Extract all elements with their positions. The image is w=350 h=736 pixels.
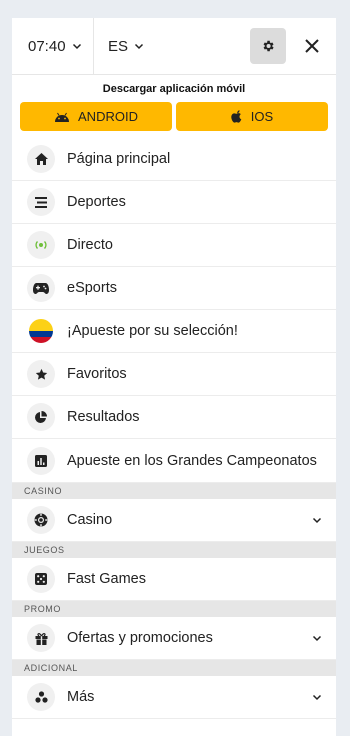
android-label: ANDROID [78,109,138,124]
menu-item-home[interactable]: Página principal [12,138,336,181]
mobile-menu-panel: 07:40 ES Descargar aplicación móvil ANDR… [12,18,336,736]
menu-item-casino[interactable]: Casino [12,499,336,542]
menu-item-label: Fast Games [67,571,146,587]
menu-item-label: ¡Apueste por su selección! [67,323,238,339]
android-download-button[interactable]: ANDROID [20,102,172,131]
store-buttons: ANDROID IOS [12,102,336,131]
time-label: 07:40 [28,37,66,55]
android-icon [55,112,70,122]
ios-download-button[interactable]: IOS [176,102,328,131]
menu-item-favorites[interactable]: Favoritos [12,353,336,396]
menu-item-label: Favoritos [67,366,127,382]
chevron-down-icon [72,43,81,50]
top-bar: 07:40 ES [12,18,336,75]
main-menu: Página principal Deportes Directo eSport… [12,138,336,719]
menu-item-live[interactable]: Directo [12,224,336,267]
menu-item-label: Página principal [67,151,171,167]
dice-icon [27,565,55,593]
menu-item-sports[interactable]: Deportes [12,181,336,224]
chevron-down-icon [312,694,322,701]
menu-item-more[interactable]: Más [12,676,336,719]
ios-label: IOS [250,109,274,124]
menu-item-championships[interactable]: Apueste en los Grandes Campeonatos [12,439,336,483]
menu-item-label: Ofertas y promociones [67,630,213,646]
menu-item-label: eSports [67,280,117,296]
section-header-promo: PROMO [12,601,336,617]
section-header-adicional: ADICIONAL [12,660,336,676]
home-icon [27,145,55,173]
star-icon [27,360,55,388]
menu-item-fast-games[interactable]: Fast Games [12,558,336,601]
menu-item-results[interactable]: Resultados [12,396,336,439]
chevron-down-icon [134,43,144,50]
time-selector[interactable]: 07:40 [12,18,94,75]
live-icon [27,231,55,259]
menu-item-label: Resultados [67,409,140,425]
settings-button[interactable] [250,28,286,64]
gamepad-icon [27,274,55,302]
results-pie-icon [27,403,55,431]
casino-chip-icon [27,506,55,534]
language-selector[interactable]: ES [94,38,144,55]
menu-item-label: Deportes [67,194,126,210]
menu-item-label: Casino [67,512,113,528]
section-header-juegos: JUEGOS [12,542,336,558]
gear-icon [263,40,274,52]
menu-item-bet-selection[interactable]: ¡Apueste por su selección! [12,310,336,353]
sports-list-icon [27,188,55,216]
download-app-title: Descargar aplicación móvil [102,83,246,95]
menu-item-label: Apueste en los Grandes Campeonatos [67,452,317,469]
more-dots-icon [27,683,55,711]
chart-icon [27,446,55,475]
gift-icon [27,624,55,652]
close-icon [305,39,319,53]
apple-icon [231,109,242,123]
chevron-down-icon [312,517,322,524]
colombia-flag-icon [27,317,55,345]
close-button[interactable] [298,32,326,60]
menu-item-esports[interactable]: eSports [12,267,336,310]
menu-item-label: Directo [67,237,113,253]
language-label: ES [108,37,129,55]
menu-item-label: Más [67,689,95,705]
chevron-down-icon [312,635,322,642]
section-header-casino: CASINO [12,483,336,499]
menu-item-promotions[interactable]: Ofertas y promociones [12,617,336,660]
